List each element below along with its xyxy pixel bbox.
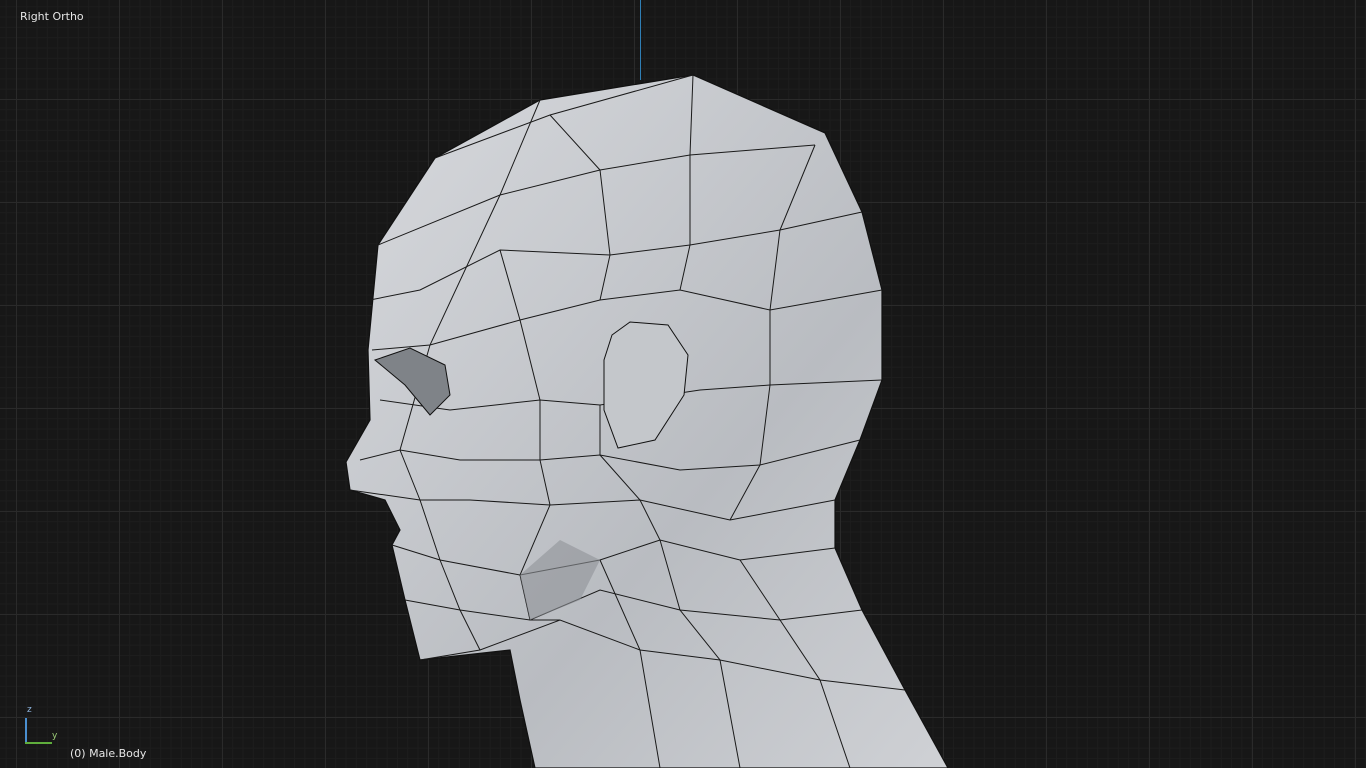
y-axis-icon [25, 742, 52, 744]
3d-viewport[interactable]: Right Ortho z y (0) Male.Body [0, 0, 1366, 768]
object-info-label: (0) Male.Body [70, 747, 147, 760]
y-axis-label: y [52, 731, 58, 741]
view-name-label: Right Ortho [20, 10, 84, 23]
z-axis-label: z [27, 705, 32, 715]
z-axis-icon [25, 718, 27, 743]
head-mesh[interactable] [0, 0, 1366, 768]
